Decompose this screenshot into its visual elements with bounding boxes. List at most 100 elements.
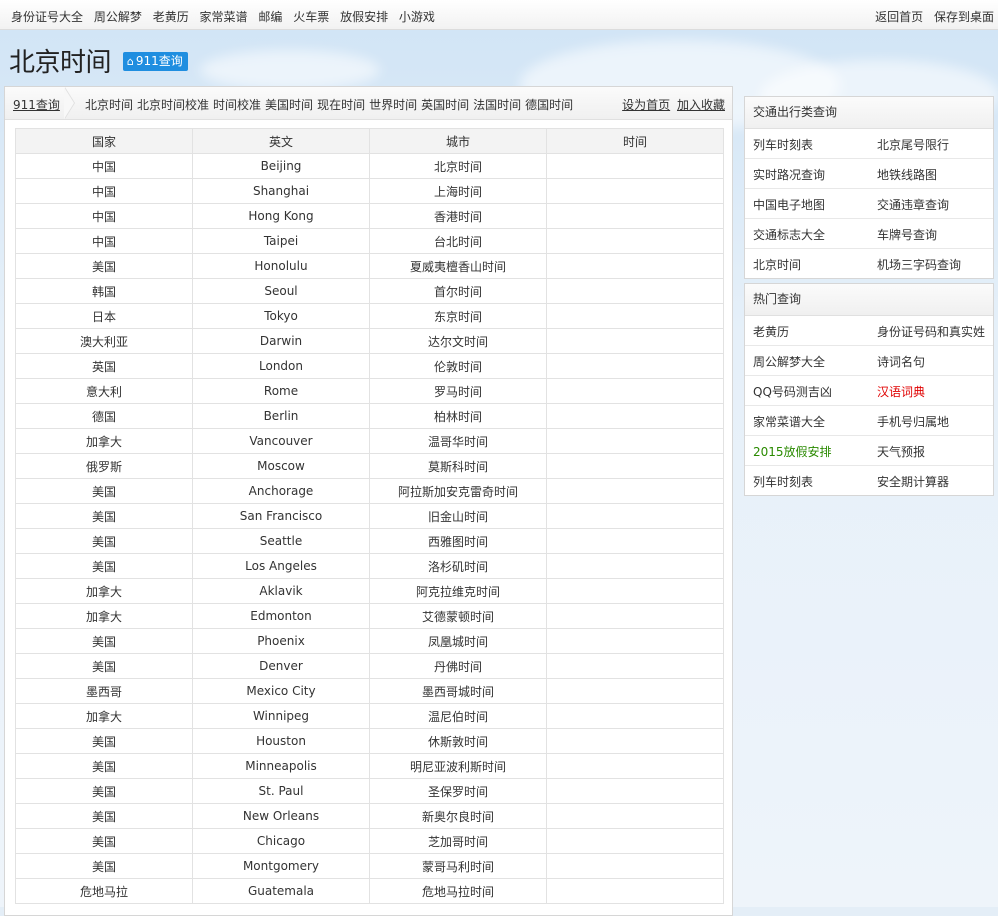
breadcrumb-home-link[interactable]: 911查询 xyxy=(13,96,60,113)
cell-time xyxy=(546,503,724,529)
column-header-time: 时间 xyxy=(546,128,724,154)
cell-city: 芝加哥时间 xyxy=(369,828,547,854)
panel-row: 周公解梦大全 诗词名句 xyxy=(745,346,993,376)
cell-english: St. Paul xyxy=(192,778,370,804)
cell-country: 英国 xyxy=(15,353,193,379)
table-row: 美国 Phoenix 凤凰城时间 xyxy=(15,628,724,654)
cell-country: 德国 xyxy=(15,403,193,429)
cell-country: 墨西哥 xyxy=(15,678,193,704)
cell-english: Guatemala xyxy=(192,878,370,904)
site-badge[interactable]: ⌂ 911查询 xyxy=(122,52,188,71)
cell-english: Mexico City xyxy=(192,678,370,704)
top-link-holidays[interactable]: 放假安排 xyxy=(340,10,388,24)
table-row: 中国 Shanghai 上海时间 xyxy=(15,178,724,204)
cell-english: San Francisco xyxy=(192,503,370,529)
table-row: 美国 San Francisco 旧金山时间 xyxy=(15,503,724,529)
link-phone-location[interactable]: 手机号归属地 xyxy=(877,413,949,430)
table-row: 俄罗斯 Moscow 莫斯科时间 xyxy=(15,453,724,479)
table-row: 美国 Los Angeles 洛杉矶时间 xyxy=(15,553,724,579)
cell-english: Montgomery xyxy=(192,853,370,879)
cell-country: 美国 xyxy=(15,828,193,854)
link-airport-code[interactable]: 机场三字码查询 xyxy=(877,256,961,273)
panel-row: 老黄历 身份证号码和真实姓 xyxy=(745,316,993,346)
table-row: 美国 St. Paul 圣保罗时间 xyxy=(15,778,724,804)
panel-row: 家常菜谱大全 手机号归属地 xyxy=(745,406,993,436)
cell-city: 休斯敦时间 xyxy=(369,728,547,754)
cell-city: 蒙哥马利时间 xyxy=(369,853,547,879)
traffic-query-panel: 交通出行类查询 列车时刻表 北京尾号限行 实时路况查询 地铁线路图 中国电子地图 交通… xyxy=(744,96,994,279)
save-to-desktop-link[interactable]: 保存到桌面 xyxy=(934,10,994,24)
cell-city: 明尼亚波利斯时间 xyxy=(369,753,547,779)
link-chinese-dictionary[interactable]: 汉语词典 xyxy=(877,383,925,400)
link-beijing-plate-restriction[interactable]: 北京尾号限行 xyxy=(877,136,949,153)
link-beijing-time[interactable]: 北京时间 xyxy=(753,256,801,273)
table-row: 英国 London 伦敦时间 xyxy=(15,353,724,379)
cell-country: 美国 xyxy=(15,553,193,579)
cell-time xyxy=(546,178,724,204)
keyword: 法国时间 xyxy=(473,98,522,112)
link-holiday-schedule[interactable]: 2015放假安排 xyxy=(753,443,832,460)
cell-time xyxy=(546,703,724,729)
link-subway-map[interactable]: 地铁线路图 xyxy=(877,166,937,183)
link-almanac[interactable]: 老黄历 xyxy=(753,323,789,340)
link-qq-fortune[interactable]: QQ号码测吉凶 xyxy=(753,383,832,400)
cell-time xyxy=(546,578,724,604)
top-link-almanac[interactable]: 老黄历 xyxy=(153,10,189,24)
cell-time xyxy=(546,328,724,354)
link-train-schedule-2[interactable]: 列车时刻表 xyxy=(753,473,813,490)
cell-english: Seoul xyxy=(192,278,370,304)
link-weather[interactable]: 天气预报 xyxy=(877,443,925,460)
cell-country: 美国 xyxy=(15,628,193,654)
link-traffic-conditions[interactable]: 实时路况查询 xyxy=(753,166,825,183)
cell-city: 温哥华时间 xyxy=(369,428,547,454)
link-safe-period-calculator[interactable]: 安全期计算器 xyxy=(877,473,949,490)
table-row: 美国 Denver 丹佛时间 xyxy=(15,653,724,679)
table-row: 美国 Minneapolis 明尼亚波利斯时间 xyxy=(15,753,724,779)
top-link-postcode[interactable]: 邮编 xyxy=(258,10,282,24)
link-violation-query[interactable]: 交通违章查询 xyxy=(877,196,949,213)
top-link-recipes[interactable]: 家常菜谱 xyxy=(200,10,248,24)
back-home-link[interactable]: 返回首页 xyxy=(875,10,923,24)
cell-english: Minneapolis xyxy=(192,753,370,779)
cell-country: 加拿大 xyxy=(15,703,193,729)
cell-english: Vancouver xyxy=(192,428,370,454)
cell-city: 莫斯科时间 xyxy=(369,453,547,479)
cell-country: 中国 xyxy=(15,203,193,229)
cell-english: Taipei xyxy=(192,228,370,254)
table-row: 美国 Houston 休斯敦时间 xyxy=(15,728,724,754)
link-traffic-signs[interactable]: 交通标志大全 xyxy=(753,226,825,243)
cell-time xyxy=(546,828,724,854)
cell-time xyxy=(546,303,724,329)
link-dream-interpretation[interactable]: 周公解梦大全 xyxy=(753,353,825,370)
link-recipes[interactable]: 家常菜谱大全 xyxy=(753,413,825,430)
link-train-schedule[interactable]: 列车时刻表 xyxy=(753,136,813,153)
cell-city: 阿克拉维克时间 xyxy=(369,578,547,604)
cell-city: 北京时间 xyxy=(369,153,547,179)
cell-city: 罗马时间 xyxy=(369,378,547,404)
link-poems[interactable]: 诗词名句 xyxy=(877,353,925,370)
top-link-games[interactable]: 小游戏 xyxy=(399,10,435,24)
cell-country: 澳大利亚 xyxy=(15,328,193,354)
page-title: 北京时间 xyxy=(9,48,112,78)
cell-english: Moscow xyxy=(192,453,370,479)
top-link-train-tickets[interactable]: 火车票 xyxy=(293,10,329,24)
cell-city: 西雅图时间 xyxy=(369,528,547,554)
link-china-map[interactable]: 中国电子地图 xyxy=(753,196,825,213)
table-row: 美国 New Orleans 新奥尔良时间 xyxy=(15,803,724,829)
cell-time xyxy=(546,478,724,504)
keyword: 北京时间校准 xyxy=(137,98,210,112)
link-id-name[interactable]: 身份证号码和真实姓 xyxy=(877,323,985,340)
keyword: 德国时间 xyxy=(525,98,574,112)
add-favorite-link[interactable]: 加入收藏 xyxy=(677,98,725,112)
cell-country: 美国 xyxy=(15,753,193,779)
cell-english: Beijing xyxy=(192,153,370,179)
link-plate-query[interactable]: 车牌号查询 xyxy=(877,226,937,243)
top-link-dream[interactable]: 周公解梦 xyxy=(94,10,142,24)
cell-city: 达尔文时间 xyxy=(369,328,547,354)
set-homepage-link[interactable]: 设为首页 xyxy=(622,98,670,112)
top-nav: 身份证号大全 周公解梦 老黄历 家常菜谱 邮编 火车票 放假安排 小游戏 返回首… xyxy=(0,0,998,30)
cell-english: Edmonton xyxy=(192,603,370,629)
top-link-id-card[interactable]: 身份证号大全 xyxy=(11,10,83,24)
main-panel: 911查询 北京时间 北京时间校准 时间校准 美国时间 现在时间 世界时间 英国时间 法国时间… xyxy=(4,86,733,916)
cell-country: 韩国 xyxy=(15,278,193,304)
